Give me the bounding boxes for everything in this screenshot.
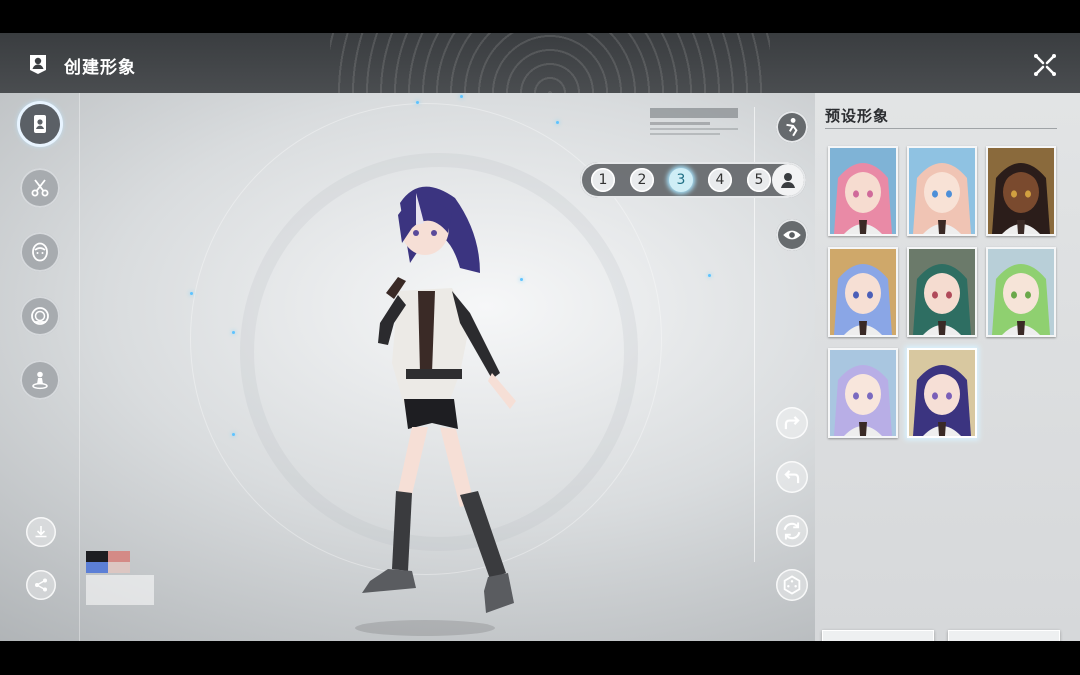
sparkle bbox=[460, 95, 463, 98]
preset-avatar-1[interactable] bbox=[828, 146, 898, 236]
slot-1-button[interactable]: 1 bbox=[591, 168, 615, 192]
slot-3-button[interactable]: 3 bbox=[669, 168, 693, 192]
reset-cycle-icon bbox=[783, 522, 801, 540]
preset-portrait bbox=[830, 350, 896, 436]
slot-4-button[interactable]: 4 bbox=[708, 168, 732, 192]
preset-portrait bbox=[909, 148, 975, 234]
ornament-pattern bbox=[330, 33, 770, 93]
preset-portrait bbox=[988, 148, 1054, 234]
palette-swatch-skin[interactable] bbox=[108, 562, 130, 573]
download-icon bbox=[35, 526, 47, 538]
confirm-button[interactable]: 确认形象 bbox=[948, 630, 1060, 641]
player-character-model bbox=[355, 186, 516, 636]
reset-button[interactable] bbox=[776, 515, 808, 547]
scissors-comb-icon bbox=[31, 179, 49, 197]
preset-portrait bbox=[830, 249, 896, 335]
palette-swatch-accent[interactable] bbox=[108, 551, 130, 562]
palette-swatch-hair[interactable] bbox=[86, 551, 108, 562]
view-toggle-button[interactable] bbox=[776, 219, 808, 251]
person-pedestal-icon bbox=[32, 371, 48, 390]
panel-divider bbox=[825, 128, 1057, 129]
palette-swatch-eye[interactable] bbox=[86, 562, 108, 573]
preset-panel: 预设形象 时装试穿 确认形象 bbox=[815, 93, 1080, 641]
sparkle bbox=[556, 121, 559, 124]
preset-avatar-7[interactable] bbox=[828, 348, 898, 438]
character-badge-icon bbox=[30, 55, 46, 74]
redo-button[interactable] bbox=[776, 407, 808, 439]
pose-button[interactable] bbox=[776, 111, 808, 143]
body-tool-button[interactable] bbox=[20, 360, 60, 400]
preset-portrait bbox=[830, 148, 896, 234]
collapse-cross-icon[interactable] bbox=[1032, 52, 1058, 78]
undo-button[interactable] bbox=[776, 461, 808, 493]
page-title: 创建形象 bbox=[64, 58, 136, 78]
phone-avatar-icon bbox=[34, 115, 46, 133]
preset-avatar-2[interactable] bbox=[907, 146, 977, 236]
sparkle bbox=[232, 433, 235, 436]
top-bar: 创建形象 bbox=[0, 33, 1080, 93]
preset-tool-button[interactable] bbox=[20, 104, 60, 144]
slot-2-button[interactable]: 2 bbox=[630, 168, 654, 192]
try-outfit-button[interactable]: 时装试穿 bbox=[822, 630, 934, 641]
sparkle bbox=[708, 274, 711, 277]
preset-avatar-4[interactable] bbox=[828, 247, 898, 337]
slot-avatar-button[interactable] bbox=[772, 164, 804, 196]
face-tool-button[interactable] bbox=[20, 232, 60, 272]
preset-avatar-5[interactable] bbox=[907, 247, 977, 337]
hairstyle-tool-button[interactable] bbox=[20, 168, 60, 208]
random-button[interactable] bbox=[776, 569, 808, 601]
sparkle bbox=[232, 331, 235, 334]
pose-figure-icon bbox=[786, 117, 798, 137]
compact-icon bbox=[31, 307, 49, 325]
panel-title: 预设形象 bbox=[825, 107, 890, 125]
sparkle bbox=[416, 101, 419, 104]
redo-icon bbox=[784, 416, 800, 430]
makeup-tool-button[interactable] bbox=[20, 296, 60, 336]
preset-avatar-6[interactable] bbox=[986, 247, 1056, 337]
preset-portrait bbox=[909, 350, 975, 436]
undo-icon bbox=[784, 470, 800, 484]
hud-readout-deco bbox=[650, 108, 738, 135]
preset-portrait bbox=[988, 249, 1054, 335]
download-button[interactable] bbox=[26, 517, 56, 547]
game-stage: 创建形象 1 2 3 4 5 预设形象 bbox=[0, 33, 1080, 641]
face-mask-icon bbox=[32, 242, 48, 262]
outfit-slot-bar: 1 2 3 4 5 bbox=[580, 162, 806, 198]
left-divider bbox=[79, 93, 80, 641]
eye-icon bbox=[783, 230, 801, 240]
preset-avatar-3[interactable] bbox=[986, 146, 1056, 236]
dice-icon bbox=[783, 575, 801, 595]
preset-portrait bbox=[909, 249, 975, 335]
sparkle bbox=[190, 292, 193, 295]
preset-avatar-8[interactable] bbox=[907, 348, 977, 438]
palette-preview bbox=[86, 575, 154, 605]
slot-5-button[interactable]: 5 bbox=[747, 168, 771, 192]
share-icon bbox=[35, 578, 47, 592]
avatar-icon bbox=[781, 173, 795, 188]
share-button[interactable] bbox=[26, 570, 56, 600]
